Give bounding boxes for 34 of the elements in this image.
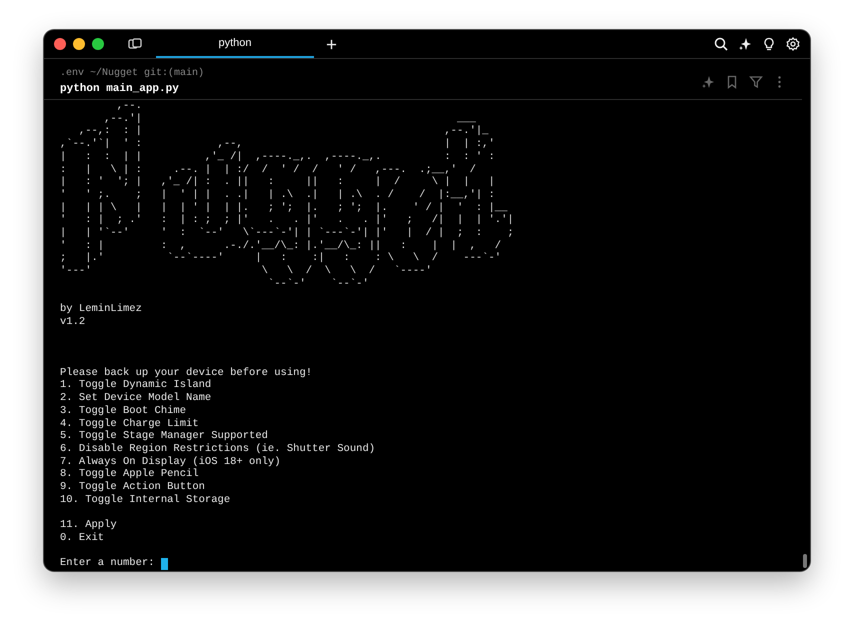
menu-option: 3. Toggle Boot Chime bbox=[60, 404, 794, 418]
menu-option: 7. Always On Display (iOS 18+ only) bbox=[60, 456, 794, 468]
text-cursor bbox=[160, 558, 168, 570]
warning-line: Please back up your device before using! bbox=[60, 366, 314, 379]
menu-option: 0. Exit bbox=[60, 532, 794, 545]
new-tab-icon[interactable] bbox=[326, 38, 337, 50]
menu-option: 1. Toggle Dynamic Island bbox=[60, 379, 794, 392]
menu-option: 5. Toggle Stage Manager Supported bbox=[60, 430, 794, 443]
sparkle-icon[interactable] bbox=[738, 37, 752, 51]
more-icon[interactable] bbox=[777, 75, 782, 89]
menu-option: 9. Toggle Action Button bbox=[60, 481, 794, 494]
menu-option: 2. Set Device Model Name bbox=[60, 392, 794, 405]
working-directory: .env ~/Nugget git:(main) bbox=[60, 67, 204, 81]
menu-option: 6. Disable Region Restrictions (ie. Shutter Sound) bbox=[60, 442, 794, 456]
menu-option: 8. Toggle Apple Pencil bbox=[60, 468, 794, 482]
scrollbar[interactable] bbox=[803, 554, 807, 568]
command-text: python main_app.py bbox=[60, 82, 180, 97]
ascii-art-logo: ,--. ,--.'| ___ ,--,: : | ,--.'|_ ,`--.'`| ' : ,--, | | :,' | : : | | ,'_ /| ,----._,. ,----._,. : : ' : : | \ | : .--. | | :/ / ' / / ' / ,---. .;__,' / | : ' '; | ,'_ /| : . || : || : | / \ | | | ' ' ;. ; | ' | | . .| | .\ .| | .\ . / / |:__,'| : | | | \ | | | ' | | |. ; '; |. ; '; |. ' / | ' : |__ ' : | ; .' : | : ; ; |' . . |' . . |' ; /| | | '.'| | | '`--' ' : `--' \`---`-'| | `---`-'| |' | / | ; : ; ' : | : , .-./.'__/\_: |.'__/\_: || : | | , / ; |.' `--`----' | : :| : : \ \ / ---`-' '---' \ \ / \ \ / `----' `--`-' `--`-' bbox=[60, 100, 515, 291]
close-button[interactable] bbox=[54, 38, 66, 50]
output-line: by LeminLimez bbox=[60, 303, 143, 316]
lightbulb-icon[interactable] bbox=[762, 37, 776, 51]
menu-option: 4. Toggle Charge Limit bbox=[60, 418, 794, 430]
tab[interactable]: python bbox=[156, 30, 314, 58]
bookmark-icon[interactable] bbox=[725, 75, 739, 89]
panels-icon[interactable] bbox=[128, 37, 142, 51]
settings-icon[interactable] bbox=[786, 37, 800, 51]
zoom-button[interactable] bbox=[92, 38, 104, 50]
input-prompt: Enter a number: bbox=[60, 557, 155, 570]
filter-icon[interactable] bbox=[749, 75, 763, 89]
menu-option: 10. Toggle Internal Storage bbox=[60, 494, 794, 506]
menu-option: 11. Apply bbox=[60, 519, 794, 532]
minimize-button[interactable] bbox=[73, 38, 85, 50]
output-line: v1.2 bbox=[60, 316, 86, 329]
search-icon[interactable] bbox=[714, 37, 728, 51]
